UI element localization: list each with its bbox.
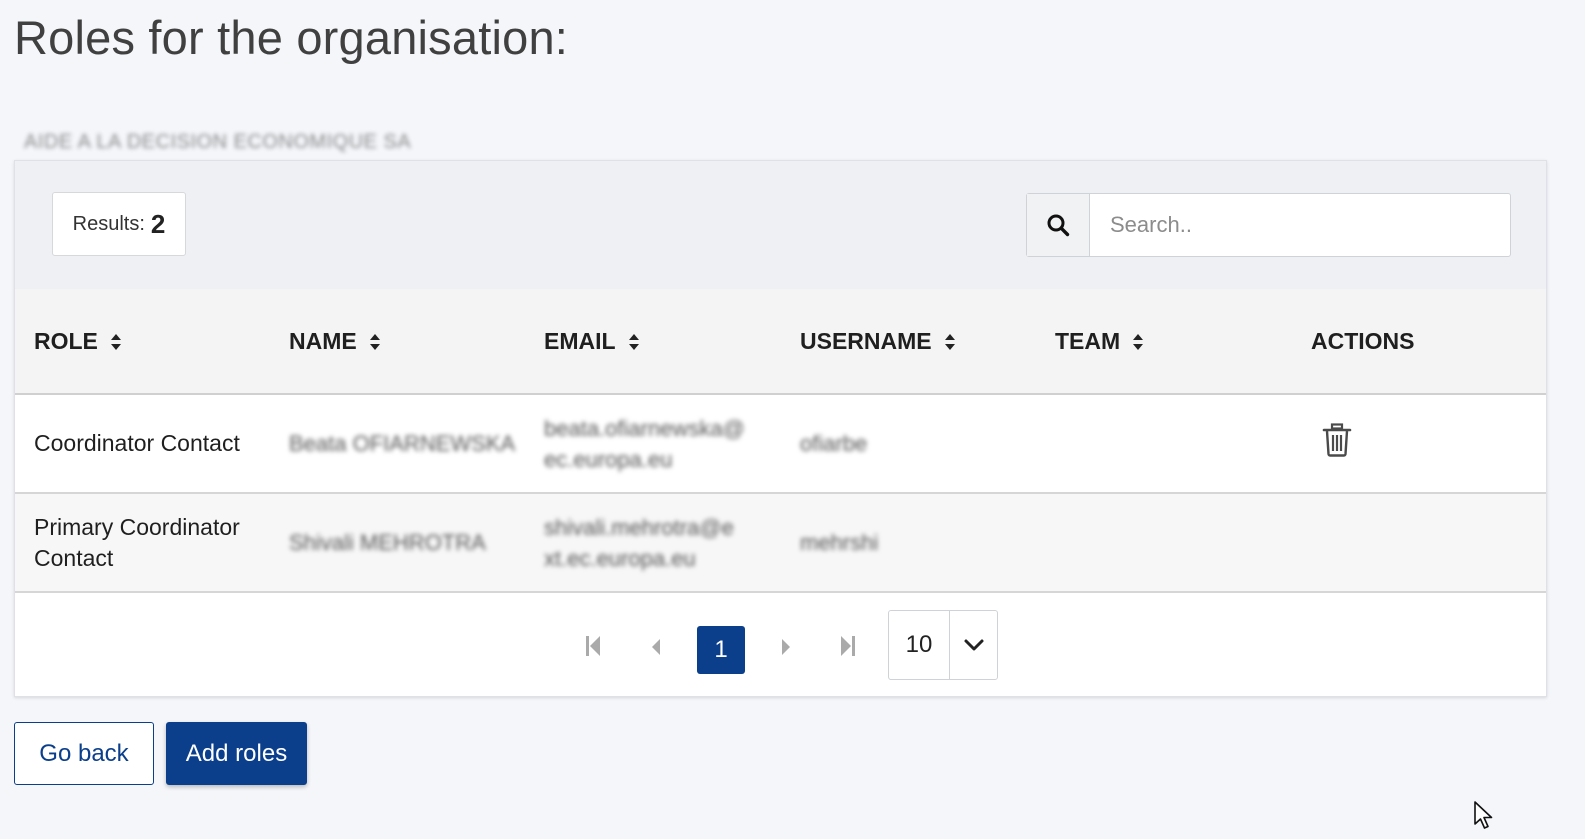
cell-username: mehrshi xyxy=(781,493,1036,593)
column-header-label: TEAM xyxy=(1055,327,1121,354)
cell-team xyxy=(1036,493,1292,593)
search-group xyxy=(1026,193,1511,257)
roles-table: ROLE NAME EMAIL USERNAME TEAM ACTIONS Co… xyxy=(15,289,1546,593)
redacted-name: Shivali MEHROTRA xyxy=(289,530,486,555)
roles-card: Results: 2 ROLE NAME EMAIL USERNAME xyxy=(14,160,1547,697)
redacted-email-line: ec.europa.eu xyxy=(544,446,673,472)
redacted-username: mehrshi xyxy=(800,530,879,555)
results-label: Results: xyxy=(72,212,145,235)
column-header-label: ACTIONS xyxy=(1311,327,1415,354)
results-counter: Results: 2 xyxy=(52,192,186,256)
page-size-toggle[interactable] xyxy=(950,611,997,679)
redacted-name: Beata OFIARNEWSKA xyxy=(289,431,516,456)
sort-icon[interactable] xyxy=(369,333,381,351)
cell-name: Shivali MEHROTRA xyxy=(270,493,525,593)
role-line: Contact xyxy=(34,544,114,571)
column-header-team[interactable]: TEAM xyxy=(1036,289,1292,395)
add-roles-button[interactable]: Add roles xyxy=(166,722,307,785)
last-page-icon xyxy=(841,636,855,656)
page-title: Roles for the organisation: xyxy=(14,11,569,64)
trash-icon xyxy=(1322,422,1352,457)
page-size-select[interactable]: 10 xyxy=(888,610,998,680)
cell-email: shivali.mehrotra@e xt.ec.europa.eu xyxy=(525,493,781,593)
redacted-email-line: shivali.mehrotra@e xyxy=(544,514,734,540)
cell-email: beata.ofiarnewska@ ec.europa.eu xyxy=(525,394,781,494)
cell-actions xyxy=(1292,394,1546,494)
column-header-name[interactable]: NAME xyxy=(270,289,525,395)
page-size-value: 10 xyxy=(889,611,950,679)
cell-role: Coordinator Contact xyxy=(15,394,270,494)
previous-page-button[interactable] xyxy=(649,637,663,657)
redacted-email-line: beata.ofiarnewska@ xyxy=(544,415,745,441)
column-header-role[interactable]: ROLE xyxy=(15,289,270,395)
column-header-label: USERNAME xyxy=(800,327,932,354)
table-header-row: ROLE NAME EMAIL USERNAME TEAM ACTIONS xyxy=(15,289,1546,395)
sort-icon[interactable] xyxy=(944,333,956,351)
cell-actions xyxy=(1292,493,1546,593)
column-header-label: EMAIL xyxy=(544,327,616,354)
search-icon xyxy=(1047,214,1070,237)
go-back-button[interactable]: Go back xyxy=(14,722,154,785)
role-line: Primary Coordinator xyxy=(34,513,240,540)
cell-name: Beata OFIARNEWSKA xyxy=(270,394,525,494)
column-header-label: ROLE xyxy=(34,327,98,354)
next-page-button[interactable] xyxy=(779,637,793,657)
table-row: Primary Coordinator Contact Shivali MEHR… xyxy=(15,493,1546,593)
organisation-name: AIDE A LA DECISION ECONOMIQUE SA xyxy=(24,131,412,153)
sort-icon[interactable] xyxy=(628,333,640,351)
redacted-email-line: xt.ec.europa.eu xyxy=(544,545,696,571)
delete-role-button[interactable] xyxy=(1322,422,1352,465)
chevron-right-icon xyxy=(782,639,790,655)
cell-username: ofiarbe xyxy=(781,394,1036,494)
search-input[interactable] xyxy=(1090,194,1510,256)
column-header-label: NAME xyxy=(289,327,357,354)
table-row: Coordinator Contact Beata OFIARNEWSKA be… xyxy=(15,394,1546,494)
search-button[interactable] xyxy=(1027,194,1090,256)
column-header-username[interactable]: USERNAME xyxy=(781,289,1036,395)
redacted-username: ofiarbe xyxy=(800,431,868,456)
table-toolbar: Results: 2 xyxy=(15,161,1546,289)
column-header-email[interactable]: EMAIL xyxy=(525,289,781,395)
results-count: 2 xyxy=(150,208,166,239)
chevron-down-icon xyxy=(964,639,983,651)
mouse-cursor-icon xyxy=(1474,801,1493,829)
cell-role: Primary Coordinator Contact xyxy=(15,493,270,593)
first-page-button[interactable] xyxy=(584,634,602,658)
column-header-actions: ACTIONS xyxy=(1292,289,1546,395)
chevron-left-icon xyxy=(652,639,660,655)
last-page-button[interactable] xyxy=(839,634,857,658)
sort-icon[interactable] xyxy=(1132,333,1144,351)
first-page-icon xyxy=(586,636,600,656)
page-1-button[interactable]: 1 xyxy=(697,626,745,674)
sort-icon[interactable] xyxy=(110,333,122,351)
cell-team xyxy=(1036,394,1292,494)
